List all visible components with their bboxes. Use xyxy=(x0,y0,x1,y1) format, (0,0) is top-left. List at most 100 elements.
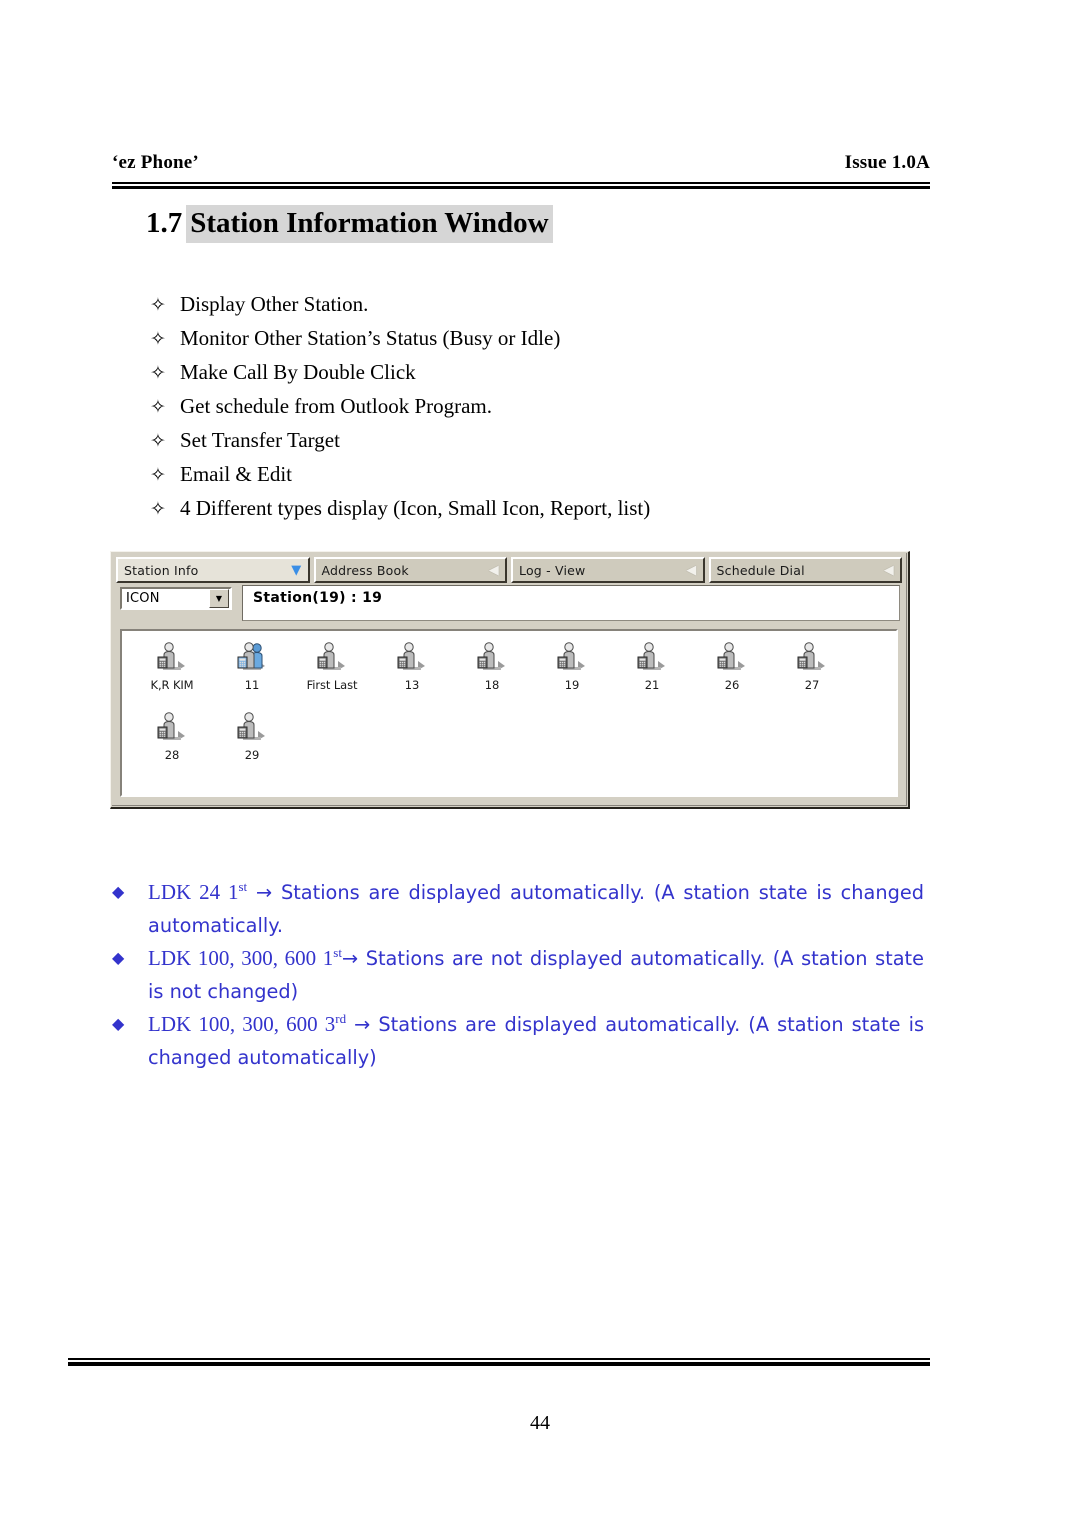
tab-address-book[interactable]: Address Book ◀ xyxy=(313,557,507,583)
feature-item-label: Get schedule from Outlook Program. xyxy=(180,394,493,418)
station-idle-icon xyxy=(635,641,669,677)
note-item: ◆ LDK 100, 300, 600 3rd → Stations are di… xyxy=(112,1008,924,1074)
note-text: LDK 24 1st → Stations are displayed auto… xyxy=(148,876,924,942)
footer-divider-rule xyxy=(68,1358,930,1366)
station-item[interactable]: First Last xyxy=(292,639,372,709)
feature-item: ✧ Email & Edit xyxy=(150,458,850,492)
note-lead: LDK 24 1 xyxy=(148,880,239,904)
feature-item: ✧ Monitor Other Station’s Status (Busy or… xyxy=(150,322,850,356)
section-number: 1.7 xyxy=(146,207,183,239)
tab-label: Schedule Dial xyxy=(716,562,805,578)
station-idle-icon xyxy=(475,641,509,677)
chevron-left-icon[interactable]: ◀ xyxy=(884,564,894,577)
station-idle-icon xyxy=(555,641,589,677)
chevron-left-icon[interactable]: ◀ xyxy=(489,564,499,577)
station-item[interactable]: 19 xyxy=(532,639,612,709)
station-label: 19 xyxy=(564,678,580,692)
feature-item-label: Set Transfer Target xyxy=(180,428,340,452)
diamond-bullet-icon: ✧ xyxy=(150,499,166,520)
station-idle-icon xyxy=(395,641,429,677)
toolbar-row: ICON ▼ Station(19) : 19 xyxy=(118,585,900,625)
diamond-bullet-icon: ✧ xyxy=(150,363,166,384)
filled-diamond-bullet-icon: ◆ xyxy=(112,950,125,967)
note-ordinal-suffix: rd xyxy=(335,1011,347,1026)
station-busy-icon xyxy=(235,641,269,677)
note-rest: → Stations are displayed automatically. … xyxy=(148,881,924,937)
tab-schedule-dial[interactable]: Schedule Dial ◀ xyxy=(708,557,902,583)
station-idle-icon xyxy=(155,641,189,677)
station-item[interactable]: 26 xyxy=(692,639,772,709)
station-information-window: Station Info ▼ Address Book ◀ Log - View ◀ Sch… xyxy=(110,551,910,809)
note-ordinal-suffix: st xyxy=(238,879,248,894)
section-title: Station Information Window xyxy=(186,205,553,243)
note-lead: LDK 100, 300, 600 1 xyxy=(148,946,334,970)
feature-item: ✧ Make Call By Double Click xyxy=(150,356,850,390)
station-idle-icon xyxy=(795,641,829,677)
filled-diamond-bullet-icon: ◆ xyxy=(112,884,125,901)
station-label: 26 xyxy=(724,678,740,692)
station-label: 18 xyxy=(484,678,500,692)
station-count-label: Station(19) : 19 xyxy=(253,590,383,606)
window-client-area: Station Info ▼ Address Book ◀ Log - View ◀ Sch… xyxy=(112,553,907,806)
station-icon-grid: K,R KIM 11 First Last 13 18 19 21 26 27 28 29 xyxy=(132,639,896,779)
tab-label: Log - View xyxy=(519,562,586,578)
station-item[interactable]: 21 xyxy=(612,639,692,709)
filled-diamond-bullet-icon: ◆ xyxy=(112,1016,125,1033)
station-label: 13 xyxy=(404,678,420,692)
station-item[interactable]: 27 xyxy=(772,639,852,709)
tab-log-view[interactable]: Log - View ◀ xyxy=(511,557,705,583)
note-text: LDK 100, 300, 600 3rd → Stations are dis… xyxy=(148,1008,924,1074)
view-mode-select[interactable]: ICON ▼ xyxy=(120,587,232,610)
chevron-left-icon[interactable]: ◀ xyxy=(686,564,696,577)
chevron-down-icon[interactable]: ▼ xyxy=(291,564,301,577)
header-divider-rule xyxy=(112,182,930,189)
feature-list: ✧ Display Other Station. ✧ Monitor Other St… xyxy=(150,288,850,526)
tab-station-info[interactable]: Station Info ▼ xyxy=(116,557,310,583)
header-left-text: ‘ez Phone’ xyxy=(112,152,199,173)
station-label: 28 xyxy=(164,748,180,762)
station-label: First Last xyxy=(306,678,358,692)
feature-item-label: Monitor Other Station’s Status (Busy or … xyxy=(180,326,561,350)
chevron-down-icon[interactable]: ▼ xyxy=(209,589,229,608)
feature-item: ✧ Get schedule from Outlook Program. xyxy=(150,390,850,424)
diamond-bullet-icon: ✧ xyxy=(150,329,166,350)
feature-item-label: Email & Edit xyxy=(180,462,292,486)
station-icon-canvas[interactable]: K,R KIM 11 First Last 13 18 19 21 26 27 28 29 xyxy=(120,629,898,797)
note-list: ◆ LDK 24 1st → Stations are displayed aut… xyxy=(112,876,924,1074)
header-right-text: Issue 1.0A xyxy=(844,152,930,173)
feature-item-label: Make Call By Double Click xyxy=(180,360,416,384)
station-label: 11 xyxy=(244,678,260,692)
station-item[interactable]: 28 xyxy=(132,709,212,779)
station-count-field: Station(19) : 19 xyxy=(242,585,900,621)
station-idle-icon xyxy=(155,711,189,747)
station-item[interactable]: 11 xyxy=(212,639,292,709)
feature-item: ✧ Set Transfer Target xyxy=(150,424,850,458)
station-idle-icon xyxy=(315,641,349,677)
page-title: 1.7 Station Information Window xyxy=(146,205,553,243)
station-label: K,R KIM xyxy=(150,678,194,692)
feature-item-label: Display Other Station. xyxy=(180,292,369,316)
note-lead: LDK 100, 300, 600 3 xyxy=(148,1012,336,1036)
page-number: 44 xyxy=(530,1412,550,1434)
note-item: ◆ LDK 100, 300, 600 1st→ Stations are not… xyxy=(112,942,924,1008)
feature-item: ✧ Display Other Station. xyxy=(150,288,850,322)
station-item[interactable]: K,R KIM xyxy=(132,639,212,709)
feature-item-label: 4 Different types display (Icon, Small I… xyxy=(180,496,651,520)
note-text: LDK 100, 300, 600 1st→ Stations are not … xyxy=(148,942,924,1008)
station-item[interactable]: 18 xyxy=(452,639,532,709)
tab-label: Station Info xyxy=(124,562,199,578)
station-label: 27 xyxy=(804,678,820,692)
note-item: ◆ LDK 24 1st → Stations are displayed aut… xyxy=(112,876,924,942)
diamond-bullet-icon: ✧ xyxy=(150,295,166,316)
document-page: ‘ez Phone’ Issue 1.0A 1.7 Station Inform… xyxy=(0,0,1080,1528)
feature-item: ✧ 4 Different types display (Icon, Small … xyxy=(150,492,850,526)
view-mode-value: ICON xyxy=(126,591,160,606)
diamond-bullet-icon: ✧ xyxy=(150,431,166,452)
station-item[interactable]: 13 xyxy=(372,639,452,709)
diamond-bullet-icon: ✧ xyxy=(150,465,166,486)
tab-label: Address Book xyxy=(321,562,409,578)
running-header: ‘ez Phone’ Issue 1.0A xyxy=(112,152,930,174)
station-item[interactable]: 29 xyxy=(212,709,292,779)
tab-bar: Station Info ▼ Address Book ◀ Log - View ◀ Sch… xyxy=(116,557,902,583)
diamond-bullet-icon: ✧ xyxy=(150,397,166,418)
